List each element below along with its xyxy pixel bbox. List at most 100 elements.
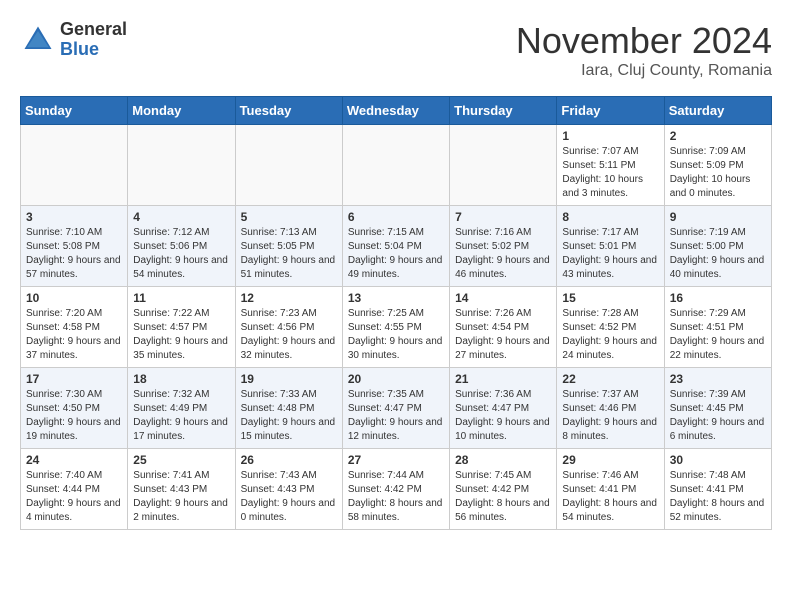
calendar-cell: 27 Sunrise: 7:44 AMSunset: 4:42 PMDayligh…	[342, 449, 449, 530]
calendar-cell: 13 Sunrise: 7:25 AMSunset: 4:55 PMDayligh…	[342, 287, 449, 368]
day-info: Sunrise: 7:20 AMSunset: 4:58 PMDaylight:…	[26, 307, 122, 363]
day-info: Sunrise: 7:35 AMSunset: 4:47 PMDaylight:…	[348, 388, 444, 444]
day-number: 16	[670, 291, 766, 305]
day-number: 11	[133, 291, 229, 305]
day-info: Sunrise: 7:48 AMSunset: 4:41 PMDaylight:…	[670, 469, 766, 525]
calendar-week-row: 24 Sunrise: 7:40 AMSunset: 4:44 PMDayligh…	[21, 449, 772, 530]
calendar-cell: 9 Sunrise: 7:19 AMSunset: 5:00 PMDaylight…	[664, 206, 771, 287]
day-info: Sunrise: 7:46 AMSunset: 4:41 PMDaylight:…	[562, 469, 658, 525]
day-number: 23	[670, 372, 766, 386]
calendar-cell: 21Sunrise: 7:36 AMSunset: 4:47 PMDayligh…	[450, 368, 557, 449]
day-number: 6	[348, 210, 444, 224]
calendar-week-row: 10 Sunrise: 7:20 AMSunset: 4:58 PMDayligh…	[21, 287, 772, 368]
day-number: 24	[26, 453, 122, 467]
month-title: November 2024	[516, 20, 772, 62]
page-header: General Blue November 2024 Iara, Cluj Co…	[20, 20, 772, 80]
calendar-cell	[235, 125, 342, 206]
day-info: Sunrise: 7:40 AMSunset: 4:44 PMDaylight:…	[26, 469, 122, 525]
calendar-table: Sunday Monday Tuesday Wednesday Thursday…	[20, 96, 772, 530]
day-number: 17	[26, 372, 122, 386]
day-info: Sunrise: 7:39 AMSunset: 4:45 PMDaylight:…	[670, 388, 766, 444]
calendar-cell	[450, 125, 557, 206]
day-number: 18	[133, 372, 229, 386]
location-text: Iara, Cluj County, Romania	[516, 62, 772, 80]
day-number: 8	[562, 210, 658, 224]
calendar-cell: 26Sunrise: 7:43 AMSunset: 4:43 PMDayligh…	[235, 449, 342, 530]
day-number: 22	[562, 372, 658, 386]
day-info: Sunrise: 7:19 AMSunset: 5:00 PMDaylight:…	[670, 226, 766, 282]
day-number: 15	[562, 291, 658, 305]
calendar-cell: 7 Sunrise: 7:16 AMSunset: 5:02 PMDaylight…	[450, 206, 557, 287]
calendar-cell: 6 Sunrise: 7:15 AMSunset: 5:04 PMDaylight…	[342, 206, 449, 287]
day-info: Sunrise: 7:26 AMSunset: 4:54 PMDaylight:…	[455, 307, 551, 363]
day-info: Sunrise: 7:22 AMSunset: 4:57 PMDaylight:…	[133, 307, 229, 363]
calendar-week-row: 3 Sunrise: 7:10 AMSunset: 5:08 PMDaylight…	[21, 206, 772, 287]
calendar-cell: 30 Sunrise: 7:48 AMSunset: 4:41 PMDayligh…	[664, 449, 771, 530]
calendar-cell: 4Sunrise: 7:12 AMSunset: 5:06 PMDaylight…	[128, 206, 235, 287]
day-number: 9	[670, 210, 766, 224]
calendar-cell: 24 Sunrise: 7:40 AMSunset: 4:44 PMDayligh…	[21, 449, 128, 530]
calendar-cell: 12 Sunrise: 7:23 AMSunset: 4:56 PMDayligh…	[235, 287, 342, 368]
col-monday: Monday	[128, 97, 235, 125]
day-info: Sunrise: 7:10 AMSunset: 5:08 PMDaylight:…	[26, 226, 122, 282]
calendar-cell: 2 Sunrise: 7:09 AMSunset: 5:09 PMDaylight…	[664, 125, 771, 206]
day-number: 19	[241, 372, 337, 386]
calendar-cell: 25 Sunrise: 7:41 AMSunset: 4:43 PMDayligh…	[128, 449, 235, 530]
day-number: 14	[455, 291, 551, 305]
day-number: 10	[26, 291, 122, 305]
calendar-cell: 14 Sunrise: 7:26 AMSunset: 4:54 PMDayligh…	[450, 287, 557, 368]
calendar-cell	[128, 125, 235, 206]
col-sunday: Sunday	[21, 97, 128, 125]
day-number: 7	[455, 210, 551, 224]
day-number: 25	[133, 453, 229, 467]
day-info: Sunrise: 7:15 AMSunset: 5:04 PMDaylight:…	[348, 226, 444, 282]
logo-blue-text: Blue	[60, 40, 127, 60]
day-info: Sunrise: 7:09 AMSunset: 5:09 PMDaylight:…	[670, 145, 766, 201]
day-info: Sunrise: 7:25 AMSunset: 4:55 PMDaylight:…	[348, 307, 444, 363]
day-info: Sunrise: 7:41 AMSunset: 4:43 PMDaylight:…	[133, 469, 229, 525]
logo-icon	[20, 22, 56, 58]
day-number: 13	[348, 291, 444, 305]
logo-general-text: General	[60, 20, 127, 40]
calendar-cell: 20 Sunrise: 7:35 AMSunset: 4:47 PMDayligh…	[342, 368, 449, 449]
calendar-cell	[342, 125, 449, 206]
day-number: 27	[348, 453, 444, 467]
day-info: Sunrise: 7:33 AMSunset: 4:48 PMDaylight:…	[241, 388, 337, 444]
day-info: Sunrise: 7:28 AMSunset: 4:52 PMDaylight:…	[562, 307, 658, 363]
calendar-week-row: 17 Sunrise: 7:30 AMSunset: 4:50 PMDayligh…	[21, 368, 772, 449]
day-number: 3	[26, 210, 122, 224]
col-thursday: Thursday	[450, 97, 557, 125]
day-info: Sunrise: 7:16 AMSunset: 5:02 PMDaylight:…	[455, 226, 551, 282]
day-info: Sunrise: 7:17 AMSunset: 5:01 PMDaylight:…	[562, 226, 658, 282]
calendar-cell: 29Sunrise: 7:46 AMSunset: 4:41 PMDayligh…	[557, 449, 664, 530]
calendar-cell: 10 Sunrise: 7:20 AMSunset: 4:58 PMDayligh…	[21, 287, 128, 368]
title-block: November 2024 Iara, Cluj County, Romania	[516, 20, 772, 80]
calendar-cell: 23 Sunrise: 7:39 AMSunset: 4:45 PMDayligh…	[664, 368, 771, 449]
day-info: Sunrise: 7:37 AMSunset: 4:46 PMDaylight:…	[562, 388, 658, 444]
calendar-cell: 8 Sunrise: 7:17 AMSunset: 5:01 PMDaylight…	[557, 206, 664, 287]
day-info: Sunrise: 7:30 AMSunset: 4:50 PMDaylight:…	[26, 388, 122, 444]
calendar-cell: 16Sunrise: 7:29 AMSunset: 4:51 PMDayligh…	[664, 287, 771, 368]
day-info: Sunrise: 7:43 AMSunset: 4:43 PMDaylight:…	[241, 469, 337, 525]
calendar-cell: 15 Sunrise: 7:28 AMSunset: 4:52 PMDayligh…	[557, 287, 664, 368]
day-info: Sunrise: 7:44 AMSunset: 4:42 PMDaylight:…	[348, 469, 444, 525]
day-info: Sunrise: 7:45 AMSunset: 4:42 PMDaylight:…	[455, 469, 551, 525]
day-info: Sunrise: 7:07 AMSunset: 5:11 PMDaylight:…	[562, 145, 658, 201]
day-number: 1	[562, 129, 658, 143]
calendar-cell: 19 Sunrise: 7:33 AMSunset: 4:48 PMDayligh…	[235, 368, 342, 449]
day-number: 30	[670, 453, 766, 467]
calendar-cell: 22 Sunrise: 7:37 AMSunset: 4:46 PMDayligh…	[557, 368, 664, 449]
col-saturday: Saturday	[664, 97, 771, 125]
day-info: Sunrise: 7:12 AMSunset: 5:06 PMDaylight:…	[133, 226, 229, 282]
day-number: 2	[670, 129, 766, 143]
day-info: Sunrise: 7:36 AMSunset: 4:47 PMDaylight:…	[455, 388, 551, 444]
calendar-cell	[21, 125, 128, 206]
calendar-week-row: 1 Sunrise: 7:07 AMSunset: 5:11 PMDaylight…	[21, 125, 772, 206]
day-info: Sunrise: 7:23 AMSunset: 4:56 PMDaylight:…	[241, 307, 337, 363]
logo: General Blue	[20, 20, 127, 60]
day-number: 20	[348, 372, 444, 386]
col-friday: Friday	[557, 97, 664, 125]
calendar-cell: 28Sunrise: 7:45 AMSunset: 4:42 PMDayligh…	[450, 449, 557, 530]
calendar-cell: 17 Sunrise: 7:30 AMSunset: 4:50 PMDayligh…	[21, 368, 128, 449]
day-number: 12	[241, 291, 337, 305]
